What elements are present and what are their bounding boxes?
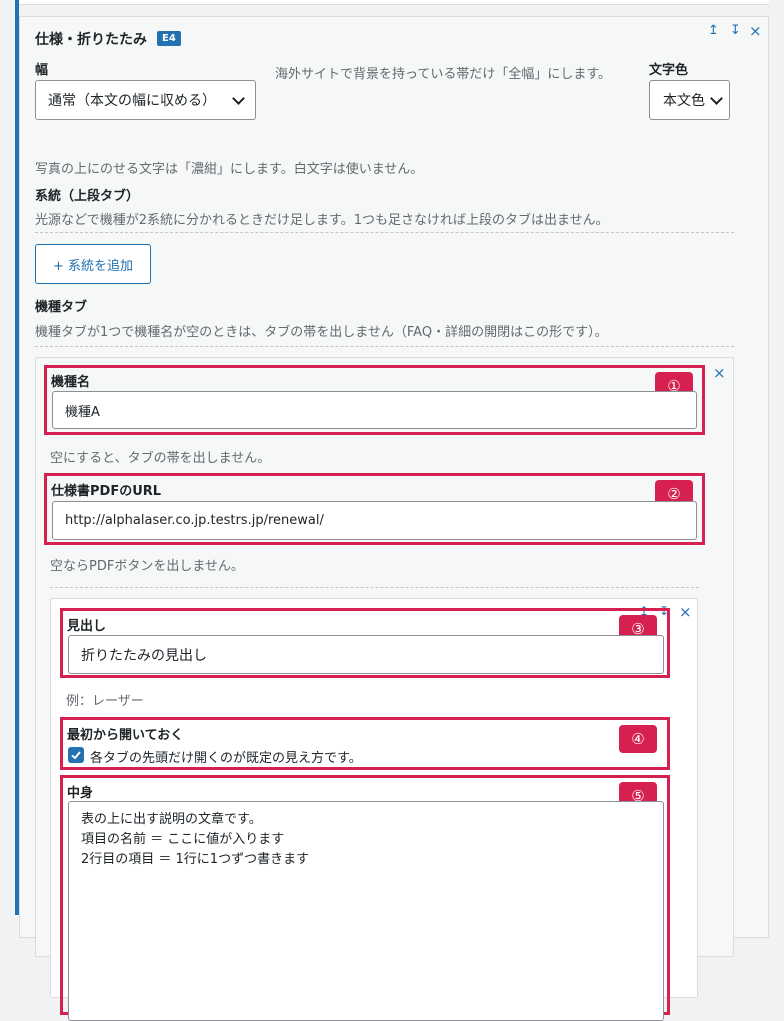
spec-fold-block: 仕様・折りたたみ E4 ↥ ↧ × 幅 通常（本文の幅に収める） 海外サイトで背… xyxy=(19,16,769,1021)
checkmark-icon xyxy=(71,751,81,760)
open-default-checkbox-label: 各タブの先頭だけ開くのが既定の見え方です。 xyxy=(90,751,362,766)
pdf-url-input[interactable]: http://alphalaser.co.jp.testrs.jp/renewa… xyxy=(52,501,697,540)
content-label: 中身 xyxy=(67,786,94,801)
marker-4: ④ xyxy=(619,725,657,753)
pdf-url-label: 仕様書PDFのURL xyxy=(51,484,162,499)
heading-hint: 例：レーザー xyxy=(66,694,144,709)
photo-text-note: 写真の上にのせる文字は「濃紺」にします。白文字は使いません。 xyxy=(35,162,424,177)
open-default-checkbox[interactable] xyxy=(68,747,84,763)
content-highlight: 中身 ⑤ 表の上に出す説明の文章です。 項目の名前 ＝ ここに値が入ります 2行… xyxy=(60,775,670,1021)
remove-fold-icon[interactable]: × xyxy=(679,603,692,621)
width-select-value: 通常（本文の幅に収める） xyxy=(48,93,216,109)
model-name-input[interactable]: 機種A xyxy=(52,391,697,429)
divider xyxy=(35,346,734,347)
text-color-label: 文字色 xyxy=(649,63,689,78)
content-textarea[interactable]: 表の上に出す説明の文章です。 項目の名前 ＝ ここに値が入ります 2行目の項目 … xyxy=(68,801,664,1021)
model-tabs-label: 機種タブ xyxy=(35,300,88,315)
text-color-select[interactable]: 本文色 xyxy=(649,80,730,120)
block-title: 仕様・折りたたみ xyxy=(35,32,147,48)
model-tab-card: × 機種名 ① 機種A 空にすると、タブの帯を出しません。 仕様書PDFのURL… xyxy=(35,357,734,1021)
chevron-down-icon xyxy=(232,91,245,105)
chevron-down-icon xyxy=(710,91,723,105)
move-up-icon[interactable]: ↥ xyxy=(708,23,719,38)
previous-block-edge xyxy=(19,0,769,5)
remove-block-icon[interactable]: × xyxy=(749,22,762,40)
model-name-highlight: 機種名 ① 機種A xyxy=(44,365,705,435)
open-default-highlight: 最初から開いておく ④ 各タブの先頭だけ開くのが既定の見え方です。 xyxy=(60,717,670,770)
model-name-label: 機種名 xyxy=(51,375,91,390)
heading-highlight: 見出し ③ 折りたたみの見出し xyxy=(60,608,670,678)
add-system-button[interactable]: + 系統を追加 xyxy=(35,244,151,284)
block-badge: E4 xyxy=(157,31,181,46)
remove-model-icon[interactable]: × xyxy=(713,364,726,382)
fold-item-card: ↥ ↧ × 見出し ③ 折りたたみの見出し 例：レーザー 最初から開いておく ④… xyxy=(50,598,698,1021)
pdf-url-hint: 空ならPDFボタンを出しません。 xyxy=(50,559,244,574)
width-hint: 海外サイトで背景を持っている帯だけ「全幅」にします。 xyxy=(275,67,612,82)
model-tabs-desc: 機種タブが1つで機種名が空のときは、タブの帯を出しません（FAQ・詳細の開閉はこ… xyxy=(35,325,608,340)
pdf-url-highlight: 仕様書PDFのURL ② http://alphalaser.co.jp.tes… xyxy=(44,473,705,545)
width-select[interactable]: 通常（本文の幅に収める） xyxy=(35,80,256,120)
text-color-select-value: 本文色 xyxy=(663,93,705,109)
system-section-desc: 光源などで機種が2系統に分かれるときだけ足します。1つも足さなければ上段のタブは… xyxy=(35,213,609,228)
heading-label: 見出し xyxy=(67,619,107,634)
open-default-label: 最初から開いておく xyxy=(67,728,184,743)
divider xyxy=(35,232,734,233)
system-section-label: 系統（上段タブ） xyxy=(35,189,140,204)
width-label: 幅 xyxy=(35,63,49,78)
model-name-hint: 空にすると、タブの帯を出しません。 xyxy=(50,451,271,466)
heading-input[interactable]: 折りたたみの見出し xyxy=(68,635,664,674)
divider xyxy=(50,587,699,588)
move-down-icon[interactable]: ↧ xyxy=(730,23,741,38)
